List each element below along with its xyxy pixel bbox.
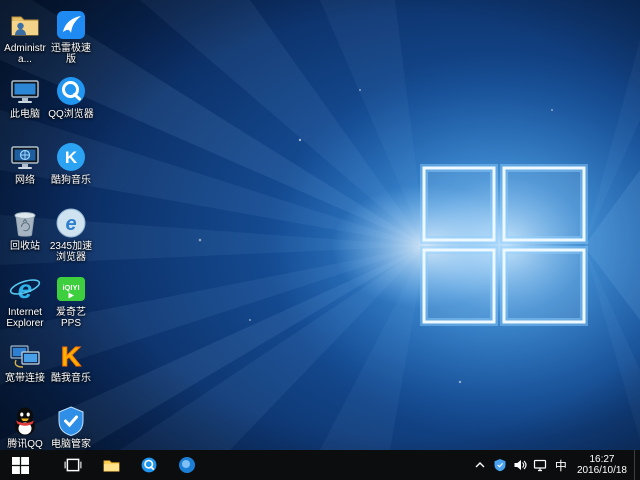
show-desktop-button[interactable] [634, 450, 640, 480]
clock-time: 16:27 [577, 454, 627, 465]
desktop-icon-internet-explorer[interactable]: e Internet Explorer [2, 272, 48, 329]
kugou-music-icon: K [54, 140, 88, 174]
ime-indicator[interactable]: 中 [550, 450, 572, 480]
icon-label: Internet Explorer [2, 307, 48, 329]
icon-label: 2345加速浏览器 [48, 241, 94, 263]
clock-date: 2016/10/18 [577, 465, 627, 476]
file-explorer-button[interactable] [92, 450, 130, 480]
desktop-icon-iqiyi-pps[interactable]: iQIYI 爱奇艺PPS [48, 272, 94, 329]
icon-label: 酷狗音乐 [48, 175, 94, 186]
network-globe-icon [8, 140, 42, 174]
desktop-icon-this-pc[interactable]: 此电脑 [2, 74, 48, 120]
iqiyi-pps-icon: iQIYI [54, 272, 88, 306]
browser-circle-button[interactable] [168, 450, 206, 480]
desktop-icon-administrator[interactable]: Administra... [2, 8, 48, 65]
svg-text:e: e [65, 213, 76, 235]
qq-browser-icon [140, 456, 158, 474]
icon-label: 迅雷极速版 [48, 43, 94, 65]
desktop-icon-recycle-bin[interactable]: 回收站 [2, 206, 48, 252]
volume-button[interactable] [510, 450, 530, 480]
icon-label: 酷我音乐 [48, 373, 94, 384]
task-view-icon [64, 456, 82, 474]
start-button[interactable] [0, 450, 40, 480]
icon-label: Administra... [2, 43, 48, 65]
chevron-up-icon [474, 459, 486, 471]
svg-text:K: K [65, 148, 78, 167]
svg-text:iQIYI: iQIYI [62, 283, 79, 292]
desktop-icon-pc-manager[interactable]: 电脑管家 [48, 404, 94, 450]
taskbar: 中 16:27 2016/10/18 [0, 450, 640, 480]
desktop-icon-thunder[interactable]: 迅雷极速版 [48, 8, 94, 65]
system-tray: 中 16:27 2016/10/18 [470, 450, 640, 480]
desktop-icon-qq-browser[interactable]: QQ浏览器 [48, 74, 94, 120]
qq-browser-icon [54, 74, 88, 108]
icon-label: QQ浏览器 [48, 109, 94, 120]
wallpaper-windows10-hero [0, 0, 640, 450]
svg-text:K: K [61, 341, 81, 372]
internet-explorer-icon: e [8, 272, 42, 306]
pc-manager-shield-icon [54, 404, 88, 438]
desktop-icon-network[interactable]: 网络 [2, 140, 48, 186]
network-ethernet-icon [533, 458, 547, 472]
security-tray-button[interactable] [490, 450, 510, 480]
user-folder-icon [8, 8, 42, 42]
desktop-icon-kugou-music[interactable]: K 酷狗音乐 [48, 140, 94, 186]
windows-logo-icon [12, 457, 29, 474]
thunder-bird-icon [54, 8, 88, 42]
desktop-icon-tencent-qq[interactable]: 腾讯QQ [2, 404, 48, 450]
qq-browser-button[interactable] [130, 450, 168, 480]
computer-icon [8, 74, 42, 108]
broadband-connection-icon [8, 338, 42, 372]
browser-circle-icon [178, 456, 196, 474]
icon-label: 电脑管家 [48, 439, 94, 450]
svg-text:e: e [18, 274, 32, 304]
icon-label: 网络 [2, 175, 48, 186]
hidden-icons-button[interactable] [470, 450, 490, 480]
desktop-icon-broadband[interactable]: 宽带连接 [2, 338, 48, 384]
kuwo-music-icon: K [54, 338, 88, 372]
icon-label: 爱奇艺PPS [48, 307, 94, 329]
desktop-icon-kuwo-music[interactable]: K 酷我音乐 [48, 338, 94, 384]
icon-label: 腾讯QQ [2, 439, 48, 450]
icon-label: 宽带连接 [2, 373, 48, 384]
icon-label: 回收站 [2, 241, 48, 252]
desktop-surface: Administra... 此电脑 网络 回收站 e [0, 0, 640, 450]
qq-penguin-icon [8, 404, 42, 438]
network-button[interactable] [530, 450, 550, 480]
speaker-icon [513, 458, 527, 472]
taskbar-clock[interactable]: 16:27 2016/10/18 [572, 450, 634, 480]
2345-browser-icon: e [54, 206, 88, 240]
icon-label: 此电脑 [2, 109, 48, 120]
desktop-icon-2345-browser[interactable]: e 2345加速浏览器 [48, 206, 94, 263]
recycle-bin-icon [8, 206, 42, 240]
shield-icon [493, 458, 507, 472]
file-explorer-icon [102, 456, 121, 475]
task-view-button[interactable] [54, 450, 92, 480]
